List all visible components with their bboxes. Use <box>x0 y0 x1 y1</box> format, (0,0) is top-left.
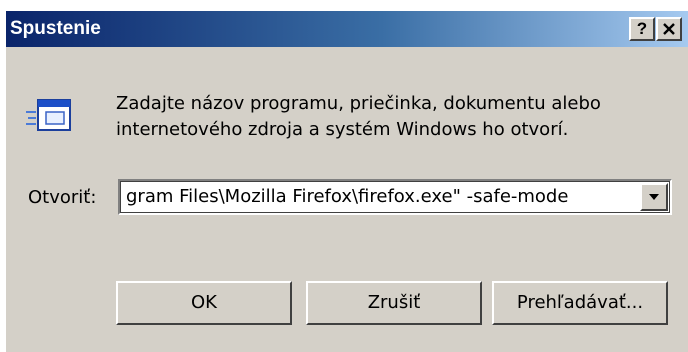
run-program-icon <box>26 99 71 131</box>
open-field-input[interactable]: gram Files\Mozilla Firefox\firefox.exe" … <box>124 183 634 211</box>
open-combobox[interactable]: gram Files\Mozilla Firefox\firefox.exe" … <box>118 179 672 215</box>
description-line-1: Zadajte názov programu, priečinka, dokum… <box>116 93 601 114</box>
description-line-2: internetového zdroja a systém Windows ho… <box>116 119 569 140</box>
description-text: Zadajte názov programu, priečinka, dokum… <box>116 91 676 143</box>
title-bar[interactable]: Spustenie ? <box>6 11 688 47</box>
open-field-label: Otvoriť: <box>28 187 97 208</box>
close-button[interactable] <box>656 17 682 41</box>
dropdown-arrow-icon <box>649 194 659 200</box>
browse-button[interactable]: Prehľadávať... <box>492 281 668 325</box>
ok-button[interactable]: OK <box>116 281 292 325</box>
dialog-title: Spustenie <box>10 18 101 39</box>
help-button[interactable]: ? <box>629 17 655 41</box>
cancel-button[interactable]: Zrušiť <box>306 281 482 325</box>
run-dialog: Spustenie ? Zadajte názov programu, prie… <box>5 10 688 352</box>
close-icon <box>663 23 675 35</box>
dropdown-button[interactable] <box>640 183 668 211</box>
